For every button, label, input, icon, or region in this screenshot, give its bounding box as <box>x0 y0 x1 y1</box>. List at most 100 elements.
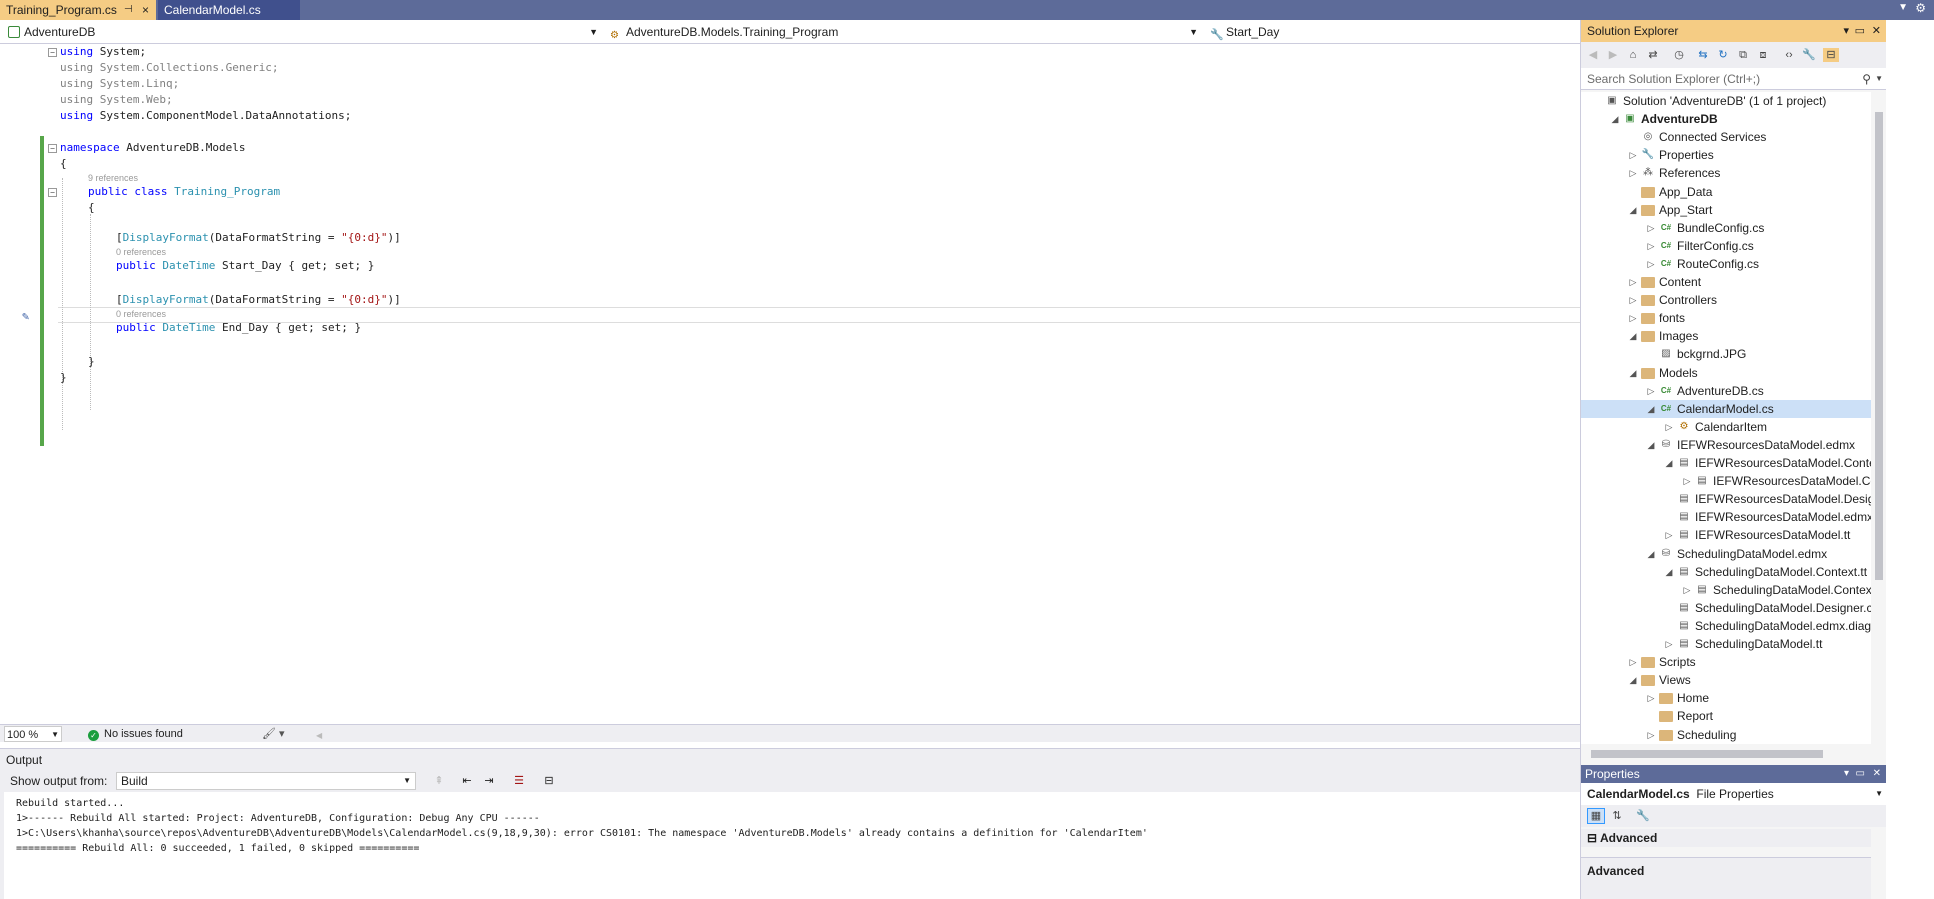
collapse-icon[interactable]: ◢ <box>1645 545 1657 563</box>
tab-training-program[interactable]: Training_Program.cs ⊣ × <box>0 0 156 20</box>
forward-icon[interactable]: ▶ <box>1605 48 1621 62</box>
tree-item[interactable]: ▷ C# FilterConfig.cs <box>1581 237 1871 255</box>
back-icon[interactable]: ◀ <box>1585 48 1601 62</box>
tree-item[interactable]: ◢ App_Start <box>1581 201 1871 219</box>
project-dropdown[interactable]: AdventureDB ▼ <box>4 22 602 42</box>
collapse-icon[interactable]: ◢ <box>1627 327 1639 345</box>
scrollbar-thumb[interactable] <box>1591 750 1823 758</box>
search-icon[interactable]: ⚲ <box>1862 68 1871 90</box>
close-icon[interactable]: ✕ <box>1873 765 1881 783</box>
collapse-icon[interactable]: ◢ <box>1645 400 1657 418</box>
go-next-message-icon[interactable]: ⇥ <box>482 774 496 788</box>
scrollbar-thumb[interactable] <box>1875 112 1883 580</box>
maximize-icon[interactable]: ▭ <box>1855 20 1865 42</box>
expand-icon[interactable]: ▷ <box>1627 653 1639 671</box>
scroll-left-icon[interactable]: ◀ <box>316 731 322 740</box>
expand-icon[interactable]: ▷ <box>1645 255 1657 273</box>
clear-all-icon[interactable]: ☰ <box>512 774 526 788</box>
expand-icon[interactable]: ▷ <box>1627 273 1639 291</box>
tree-item[interactable]: ▤ IEFWResourcesDataModel.Designe <box>1581 490 1871 508</box>
collapse-icon[interactable]: ◢ <box>1627 364 1639 382</box>
tree-item[interactable]: ▷ Scripts <box>1581 653 1871 671</box>
collapse-icon[interactable]: − <box>48 144 57 153</box>
pin-icon[interactable]: ⊣ <box>124 0 133 20</box>
collapse-all-icon[interactable]: ⧉ <box>1735 48 1751 62</box>
tab-calendar-model[interactable]: CalendarModel.cs <box>158 0 300 20</box>
tree-item[interactable]: ◢ Images <box>1581 327 1871 345</box>
preview-icon[interactable]: ⊟ <box>1823 48 1839 62</box>
home-icon[interactable]: ⌂ <box>1625 48 1641 62</box>
tree-item[interactable]: ▤ IEFWResourcesDataModel.edmx.c <box>1581 508 1871 526</box>
codelens-references[interactable]: 0 references <box>116 308 166 320</box>
expand-icon[interactable]: ▷ <box>1645 237 1657 255</box>
collapse-icon[interactable]: ◢ <box>1645 436 1657 454</box>
expand-icon[interactable]: ▷ <box>1681 581 1693 599</box>
view-code-icon[interactable]: ‹› <box>1781 48 1797 62</box>
tree-item[interactable]: ▷ 🔧 Properties <box>1581 146 1871 164</box>
close-icon[interactable]: × <box>142 0 149 20</box>
tree-item[interactable]: ▷ ▤ SchedulingDataModel.tt <box>1581 635 1871 653</box>
type-dropdown[interactable]: ⚙ AdventureDB.Models.Training_Program ▼ <box>606 22 1202 42</box>
close-icon[interactable]: ✕ <box>1872 20 1881 42</box>
expand-icon[interactable]: ▷ <box>1627 309 1639 327</box>
switch-views-icon[interactable]: ⇄ <box>1645 48 1661 62</box>
solution-explorer-search[interactable]: Search Solution Explorer (Ctrl+;) ⚲ ▼ <box>1581 68 1887 90</box>
tree-item[interactable]: ◢ Models <box>1581 364 1871 382</box>
expand-icon[interactable]: ▷ <box>1681 472 1693 490</box>
expand-icon[interactable]: ▷ <box>1645 219 1657 237</box>
output-text[interactable]: Rebuild started... 1>------ Rebuild All … <box>4 792 1580 899</box>
go-previous-message-icon[interactable]: ⇤ <box>460 774 474 788</box>
expand-icon[interactable]: ▷ <box>1663 635 1675 653</box>
tree-item[interactable]: ◢ ⛁ SchedulingDataModel.edmx <box>1581 545 1871 563</box>
tree-item[interactable]: ▷ fonts <box>1581 309 1871 327</box>
tree-item[interactable]: ▷ Scheduling <box>1581 726 1871 744</box>
chevron-down-icon[interactable]: ▾ <box>1843 20 1849 42</box>
expand-icon[interactable]: ▷ <box>1627 164 1639 182</box>
collapse-icon[interactable]: ◢ <box>1627 671 1639 689</box>
chevron-down-icon[interactable]: ▾ <box>1844 765 1849 783</box>
property-pages-icon[interactable]: 🔧 <box>1635 809 1651 823</box>
code-cleanup-dropdown-icon[interactable]: 🖌 ▾ <box>262 726 285 742</box>
word-wrap-icon[interactable]: ⊟ <box>542 774 556 788</box>
tree-item[interactable]: ▷ Home <box>1581 689 1871 707</box>
categorized-icon[interactable]: ▦ <box>1587 808 1605 824</box>
tab-list-dropdown-icon[interactable]: ▼ <box>1898 2 1908 13</box>
tree-item[interactable]: ▣ Solution 'AdventureDB' (1 of 1 project) <box>1581 92 1871 110</box>
maximize-icon[interactable]: ▭ <box>1856 765 1865 783</box>
properties-object-selector[interactable]: CalendarModel.cs File Properties ▼ <box>1581 783 1887 805</box>
pending-changes-filter-icon[interactable]: ◷ <box>1671 48 1687 62</box>
member-dropdown[interactable]: 🔧 Start_Day <box>1206 22 1580 42</box>
tree-item[interactable]: ▤ SchedulingDataModel.Designer.cs <box>1581 599 1871 617</box>
tree-item[interactable]: ◢ ▣ AdventureDB <box>1581 110 1871 128</box>
wrench-icon[interactable]: 🔧 <box>1801 48 1817 62</box>
tree-item[interactable]: ▷ Content <box>1581 273 1871 291</box>
codelens-references[interactable]: 9 references <box>88 172 138 184</box>
show-all-files-icon[interactable]: ⧈ <box>1755 48 1771 62</box>
expand-icon[interactable]: ▷ <box>1645 689 1657 707</box>
expand-icon[interactable]: ▷ <box>1645 726 1657 744</box>
tree-item[interactable]: ◢ Views <box>1581 671 1871 689</box>
codelens-references[interactable]: 0 references <box>116 246 166 258</box>
expand-icon[interactable]: ▷ <box>1663 526 1675 544</box>
tree-item[interactable]: ◎ Connected Services <box>1581 128 1871 146</box>
tree-item[interactable]: ▷ ▤ IEFWResourcesDataModel.Cor <box>1581 472 1871 490</box>
refresh-icon[interactable]: ↻ <box>1715 48 1731 62</box>
collapse-icon[interactable]: − <box>48 48 57 57</box>
output-source-dropdown[interactable]: Build ▼ <box>116 772 416 790</box>
collapse-icon[interactable]: ◢ <box>1663 454 1675 472</box>
issues-indicator[interactable]: ✓ No issues found <box>88 726 183 742</box>
tree-item[interactable]: ◢ C# CalendarModel.cs <box>1581 399 1871 418</box>
expand-icon[interactable]: ▷ <box>1627 146 1639 164</box>
collapse-icon[interactable]: − <box>48 188 57 197</box>
tree-item[interactable]: ▷ ⚙ CalendarItem <box>1581 418 1871 436</box>
tree-item[interactable]: ▷ C# RouteConfig.cs <box>1581 255 1871 273</box>
tree-item[interactable]: ▷ ▤ IEFWResourcesDataModel.tt <box>1581 526 1871 544</box>
tree-item[interactable]: ▷ ▤ SchedulingDataModel.Context <box>1581 581 1871 599</box>
chevron-down-icon[interactable]: ▼ <box>1875 68 1883 90</box>
collapse-icon[interactable]: ◢ <box>1627 201 1639 219</box>
tree-item[interactable]: ▷ C# BundleConfig.cs <box>1581 219 1871 237</box>
tree-item[interactable]: ▷ Controllers <box>1581 291 1871 309</box>
tree-item[interactable]: ◢ ⛁ IEFWResourcesDataModel.edmx <box>1581 436 1871 454</box>
find-message-icon[interactable]: ⇞ <box>432 774 446 788</box>
tree-item[interactable]: ◢ ▤ IEFWResourcesDataModel.Contex <box>1581 454 1871 472</box>
